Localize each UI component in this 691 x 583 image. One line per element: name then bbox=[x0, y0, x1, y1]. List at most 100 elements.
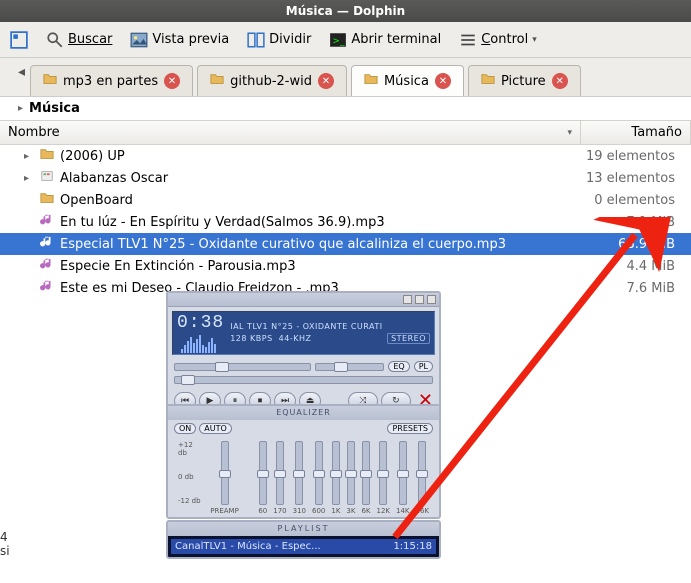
player-min-button[interactable] bbox=[403, 295, 412, 304]
player-stereo-badge: STEREO bbox=[387, 333, 430, 344]
preview-icon bbox=[130, 31, 148, 49]
expand-icon[interactable]: ▸ bbox=[24, 151, 38, 162]
file-name: En tu lúz - En Espíritu y Verdad(Salmos … bbox=[56, 215, 573, 230]
eq-band-label: 60 bbox=[258, 507, 267, 515]
eq-presets-button[interactable]: PRESETS bbox=[387, 423, 433, 434]
file-size: 4.4 MiB bbox=[573, 259, 683, 274]
volume-slider[interactable] bbox=[174, 363, 311, 371]
eq-band-label: 600 bbox=[312, 507, 325, 515]
file-size: 7.1 MiB bbox=[573, 215, 683, 230]
control-label: Control bbox=[481, 32, 528, 47]
search-button[interactable]: Buscar bbox=[40, 28, 118, 52]
preview-button[interactable]: Vista previa bbox=[124, 28, 235, 52]
eq-band-slider[interactable] bbox=[418, 441, 426, 505]
eq-auto-button[interactable]: AUTO bbox=[199, 423, 232, 434]
file-row[interactable]: Especial TLV1 N°25 - Oxidante curativo q… bbox=[0, 233, 691, 255]
folder-icon bbox=[481, 72, 495, 90]
split-label: Dividir bbox=[269, 32, 311, 47]
tab-mp3-en-partes[interactable]: mp3 en partes ✕ bbox=[30, 65, 193, 96]
spectrum-icon bbox=[181, 333, 216, 353]
eq-band-slider[interactable] bbox=[379, 441, 387, 505]
tab-github-2-wid[interactable]: github-2-wid✕ bbox=[197, 65, 347, 96]
player-shade-button[interactable] bbox=[415, 295, 424, 304]
eq-band-label: 170 bbox=[273, 507, 286, 515]
player-track-title: IAL TLV1 N°25 - OXIDANTE CURATI bbox=[230, 322, 430, 331]
music-icon bbox=[38, 279, 56, 297]
eq-band-slider[interactable] bbox=[332, 441, 340, 505]
seek-slider[interactable] bbox=[174, 376, 433, 384]
playlist-title[interactable]: PLAYLIST bbox=[168, 522, 439, 536]
file-name: OpenBoard bbox=[56, 193, 573, 208]
split-button[interactable]: Dividir bbox=[241, 28, 317, 52]
eq-band-slider[interactable] bbox=[295, 441, 303, 505]
folder-icon bbox=[364, 72, 378, 90]
equalizer-title[interactable]: EQUALIZER bbox=[168, 406, 439, 420]
search-icon bbox=[46, 31, 64, 49]
eq-band-slider[interactable] bbox=[259, 441, 267, 505]
eq-band-slider[interactable] bbox=[276, 441, 284, 505]
eq-band-slider[interactable] bbox=[347, 441, 355, 505]
pl-toggle-button[interactable]: PL bbox=[414, 361, 433, 372]
player-time: 0:38 bbox=[177, 313, 224, 333]
file-row[interactable]: OpenBoard0 elementos bbox=[0, 189, 691, 211]
file-row[interactable]: Especie En Extinción - Parousia.mp34.4 M… bbox=[0, 255, 691, 277]
icon-view-button[interactable] bbox=[4, 28, 34, 52]
preamp-slider[interactable] bbox=[221, 441, 229, 505]
player-display: 0:38 IAL TLV1 N°25 - OXIDANTE CURATI 128… bbox=[172, 311, 435, 355]
tab-close-button[interactable]: ✕ bbox=[435, 73, 451, 89]
window-titlebar: Música — Dolphin bbox=[0, 0, 691, 22]
search-label: Buscar bbox=[68, 32, 112, 47]
folder-icon bbox=[43, 72, 57, 90]
tab-picture[interactable]: Picture✕ bbox=[468, 65, 581, 96]
playlist-item[interactable]: CanalTLV1 - Música - Espec... 1:15:18 bbox=[171, 539, 436, 554]
tab-close-button[interactable]: ✕ bbox=[164, 73, 180, 89]
file-size: 0 elementos bbox=[573, 193, 683, 208]
column-header-name[interactable]: Nombre ▾ bbox=[0, 121, 581, 144]
eq-band-label: 3K bbox=[346, 507, 355, 515]
file-name: (2006) UP bbox=[56, 149, 573, 164]
eq-band-slider[interactable] bbox=[362, 441, 370, 505]
split-icon bbox=[247, 31, 265, 49]
folder-icon bbox=[210, 72, 224, 90]
expand-icon[interactable]: ▸ bbox=[24, 173, 38, 184]
eq-toggle-button[interactable]: EQ bbox=[388, 361, 409, 372]
player-close-button[interactable] bbox=[427, 295, 436, 304]
column-header-size[interactable]: Tamaño bbox=[581, 121, 691, 144]
player-bitrate: 128 KBPS bbox=[230, 334, 272, 343]
tab-música[interactable]: Música✕ bbox=[351, 65, 464, 96]
equalizer-window[interactable]: EQUALIZER ON AUTO PRESETS +12 db0 db-12 … bbox=[166, 404, 441, 519]
eq-band-label: 310 bbox=[293, 507, 306, 515]
file-row[interactable]: ▸Alabanzas Oscar13 elementos bbox=[0, 167, 691, 189]
side-fragment: 4 si bbox=[0, 530, 10, 558]
main-toolbar: Buscar Vista previa Dividir >_ Abrir ter… bbox=[0, 22, 691, 58]
breadcrumb[interactable]: ▸ Música bbox=[0, 96, 691, 120]
column-header-row: Nombre ▾ Tamaño bbox=[0, 120, 691, 145]
control-menu-button[interactable]: Control ▾ bbox=[453, 28, 543, 52]
file-size: 7.6 MiB bbox=[573, 281, 683, 296]
audio-player-window[interactable]: 0:38 IAL TLV1 N°25 - OXIDANTE CURATI 128… bbox=[166, 291, 441, 417]
file-size: 13 elementos bbox=[573, 171, 683, 186]
svg-text:>_: >_ bbox=[333, 36, 346, 46]
tab-close-button[interactable]: ✕ bbox=[552, 73, 568, 89]
icon-view-icon bbox=[10, 31, 28, 49]
balance-slider[interactable] bbox=[315, 363, 384, 371]
file-name: Especial TLV1 N°25 - Oxidante curativo q… bbox=[56, 237, 573, 252]
eq-on-button[interactable]: ON bbox=[174, 423, 196, 434]
eq-band-label: 1K bbox=[331, 507, 340, 515]
preview-label: Vista previa bbox=[152, 32, 229, 47]
terminal-label: Abrir terminal bbox=[351, 32, 441, 47]
tab-scroll-left-icon[interactable]: ◂ bbox=[18, 64, 25, 80]
eq-band-label: 12K bbox=[377, 507, 391, 515]
file-row[interactable]: En tu lúz - En Espíritu y Verdad(Salmos … bbox=[0, 211, 691, 233]
eq-band-label: 16K bbox=[416, 507, 430, 515]
terminal-button[interactable]: >_ Abrir terminal bbox=[323, 28, 447, 52]
player-khz: 44-KHZ bbox=[279, 334, 312, 343]
eq-band-slider[interactable] bbox=[399, 441, 407, 505]
file-name: Especie En Extinción - Parousia.mp3 bbox=[56, 259, 573, 274]
playlist-window[interactable]: PLAYLIST CanalTLV1 - Música - Espec... 1… bbox=[166, 520, 441, 559]
tab-label: mp3 en partes bbox=[63, 74, 158, 89]
eq-band-slider[interactable] bbox=[315, 441, 323, 505]
tab-close-button[interactable]: ✕ bbox=[318, 73, 334, 89]
file-row[interactable]: ▸(2006) UP19 elementos bbox=[0, 145, 691, 167]
player-titlebar[interactable] bbox=[168, 293, 439, 307]
